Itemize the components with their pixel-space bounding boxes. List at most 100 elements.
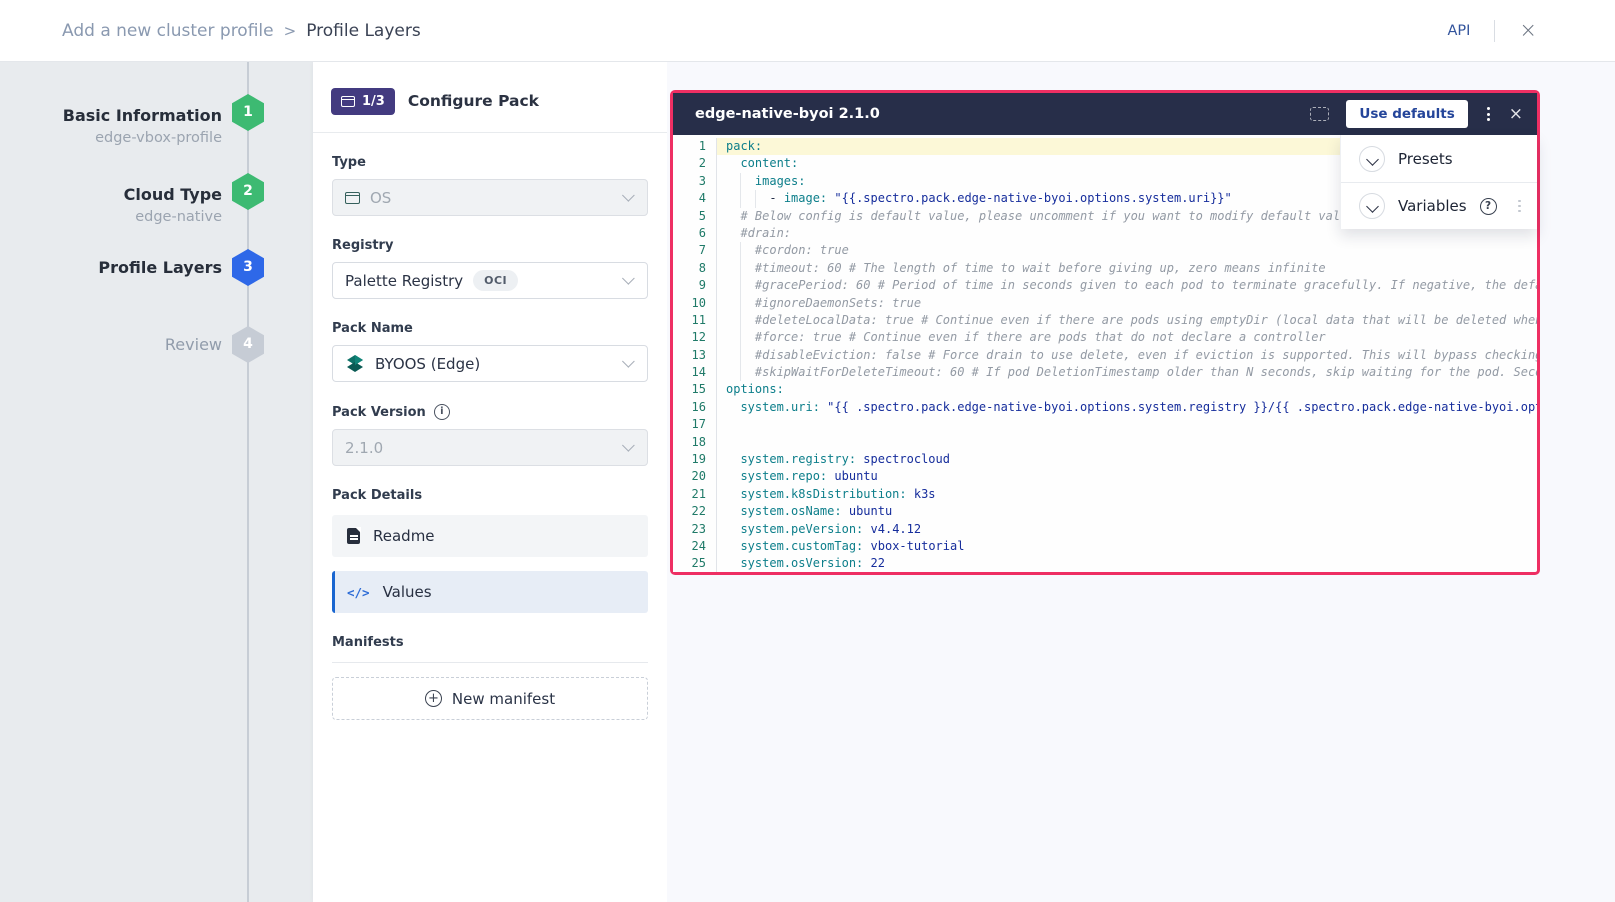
step-title: Cloud Type xyxy=(12,184,222,206)
code-line[interactable]: 19 system.registry: spectrocloud xyxy=(673,451,1537,468)
type-value: OS xyxy=(370,189,391,207)
new-manifest-label: New manifest xyxy=(452,690,555,708)
step-title: Review xyxy=(12,334,222,356)
step-subtitle: edge-native xyxy=(12,206,222,228)
line-number: 2 xyxy=(673,155,717,172)
line-number: 12 xyxy=(673,329,717,346)
registry-label: Registry xyxy=(332,238,648,253)
line-number: 16 xyxy=(673,399,717,416)
line-number: 23 xyxy=(673,521,717,538)
breadcrumb-current: Profile Layers xyxy=(306,21,421,41)
code-line[interactable]: 15options: xyxy=(673,381,1537,398)
code-line[interactable]: 16 system.uri: "{{ .spectro.pack.edge-na… xyxy=(673,399,1537,416)
code-line[interactable]: 22 system.osName: ubuntu xyxy=(673,503,1537,520)
line-number: 3 xyxy=(673,173,717,190)
info-icon[interactable]: i xyxy=(434,404,450,420)
kebab-menu-icon[interactable] xyxy=(1485,105,1492,123)
line-number: 9 xyxy=(673,277,717,294)
api-button[interactable]: API xyxy=(1447,23,1470,39)
code-line[interactable]: 20 system.repo: ubuntu xyxy=(673,468,1537,485)
code-icon: </> xyxy=(347,585,370,600)
diff-view-icon[interactable] xyxy=(1310,107,1329,121)
step-subtitle: edge-vbox-profile xyxy=(12,127,222,149)
code-line[interactable]: 21 system.k8sDistribution: k3s xyxy=(673,486,1537,503)
line-number: 14 xyxy=(673,364,717,381)
code-line[interactable]: 11 #deleteLocalData: true # Continue eve… xyxy=(673,312,1537,329)
breadcrumb-separator: > xyxy=(284,22,297,40)
code-line[interactable]: 25 system.osVersion: 22 xyxy=(673,555,1537,572)
registry-select[interactable]: Palette Registry OCI xyxy=(332,262,648,299)
pack-name-label: Pack Name xyxy=(332,321,648,336)
line-number: 21 xyxy=(673,486,717,503)
byoos-pack-icon xyxy=(345,354,365,374)
code-line[interactable]: 8 #timeout: 60 # The length of time to w… xyxy=(673,260,1537,277)
code-line[interactable]: 12 #force: true # Continue even if there… xyxy=(673,329,1537,346)
step-title: Profile Layers xyxy=(12,257,222,279)
type-label: Type xyxy=(332,155,648,170)
code-line[interactable]: 18 xyxy=(673,434,1537,451)
pack-values-editor: edge-native-byoi 2.1.0 Use defaults × 1p… xyxy=(670,90,1540,575)
manifests-divider xyxy=(332,662,648,663)
code-line[interactable]: 9 #gracePeriod: 60 # Period of time in s… xyxy=(673,277,1537,294)
step-number-badge: 1 xyxy=(232,94,264,131)
presets-variables-panel: Presets Variables ? xyxy=(1340,135,1537,229)
breadcrumb-parent-link[interactable]: Add a new cluster profile xyxy=(62,21,274,41)
panel-title: Configure Pack xyxy=(408,92,539,110)
line-number: 19 xyxy=(673,451,717,468)
line-number: 20 xyxy=(673,468,717,485)
chevron-down-circle-icon xyxy=(1359,193,1385,219)
line-number: 6 xyxy=(673,225,717,242)
new-manifest-button[interactable]: + New manifest xyxy=(332,677,648,720)
code-line[interactable]: 14 #skipWaitForDeleteTimeout: 60 # If po… xyxy=(673,364,1537,381)
pack-name-select[interactable]: BYOOS (Edge) xyxy=(332,345,648,382)
plus-circle-icon: + xyxy=(425,690,442,707)
editor-title: edge-native-byoi 2.1.0 xyxy=(695,106,880,122)
line-number: 22 xyxy=(673,503,717,520)
pack-version-label: Pack Version i xyxy=(332,404,648,420)
breadcrumb: Add a new cluster profile > Profile Laye… xyxy=(62,21,421,41)
editor-header: edge-native-byoi 2.1.0 Use defaults × xyxy=(673,93,1537,135)
presets-row[interactable]: Presets xyxy=(1341,135,1537,182)
kebab-menu-icon[interactable] xyxy=(1516,198,1523,215)
main-content: Basic Information edge-vbox-profile 1 Cl… xyxy=(0,62,1615,902)
variables-label: Variables xyxy=(1398,197,1467,215)
document-icon xyxy=(347,528,360,544)
help-icon[interactable]: ? xyxy=(1480,198,1497,215)
line-number: 15 xyxy=(673,381,717,398)
chevron-down-icon xyxy=(622,439,635,452)
line-number: 11 xyxy=(673,312,717,329)
code-line[interactable]: 17 xyxy=(673,416,1537,433)
presets-label: Presets xyxy=(1398,150,1453,168)
type-select[interactable]: OS xyxy=(332,179,648,216)
code-line[interactable]: 10 #ignoreDaemonSets: true xyxy=(673,295,1537,312)
values-tab[interactable]: </> Values xyxy=(332,571,648,613)
close-icon[interactable]: × xyxy=(1519,20,1537,41)
editor-close-icon[interactable]: × xyxy=(1509,104,1523,124)
code-line[interactable]: 23 system.peVersion: v4.4.12 xyxy=(673,521,1537,538)
pack-name-value: BYOOS (Edge) xyxy=(375,355,480,373)
line-number: 8 xyxy=(673,260,717,277)
configure-pack-header: 1/3 Configure Pack xyxy=(313,62,667,133)
manifests-label: Manifests xyxy=(332,635,648,650)
layers-icon xyxy=(341,96,355,107)
code-line[interactable]: 13 #disableEviction: false # Force drain… xyxy=(673,347,1537,364)
pack-version-value: 2.1.0 xyxy=(345,439,383,457)
code-line[interactable]: 7 #cordon: true xyxy=(673,242,1537,259)
pack-version-select[interactable]: 2.1.0 xyxy=(332,429,648,466)
registry-value: Palette Registry xyxy=(345,272,463,290)
line-number: 4 xyxy=(673,190,717,207)
chevron-down-icon xyxy=(622,189,635,202)
step-number-badge: 4 xyxy=(232,326,264,363)
readme-label: Readme xyxy=(373,527,435,545)
line-number: 10 xyxy=(673,295,717,312)
line-number: 17 xyxy=(673,416,717,433)
pack-version-label-text: Pack Version xyxy=(332,405,426,420)
configure-pack-panel: 1/3 Configure Pack Type OS Registry Pale… xyxy=(313,62,667,902)
readme-tab[interactable]: Readme xyxy=(332,515,648,557)
header-divider xyxy=(1494,20,1495,42)
line-number: 18 xyxy=(673,434,717,451)
use-defaults-button[interactable]: Use defaults xyxy=(1346,100,1467,128)
variables-row[interactable]: Variables ? xyxy=(1341,182,1537,229)
pack-details-label: Pack Details xyxy=(332,488,648,503)
code-line[interactable]: 24 system.customTag: vbox-tutorial xyxy=(673,538,1537,555)
